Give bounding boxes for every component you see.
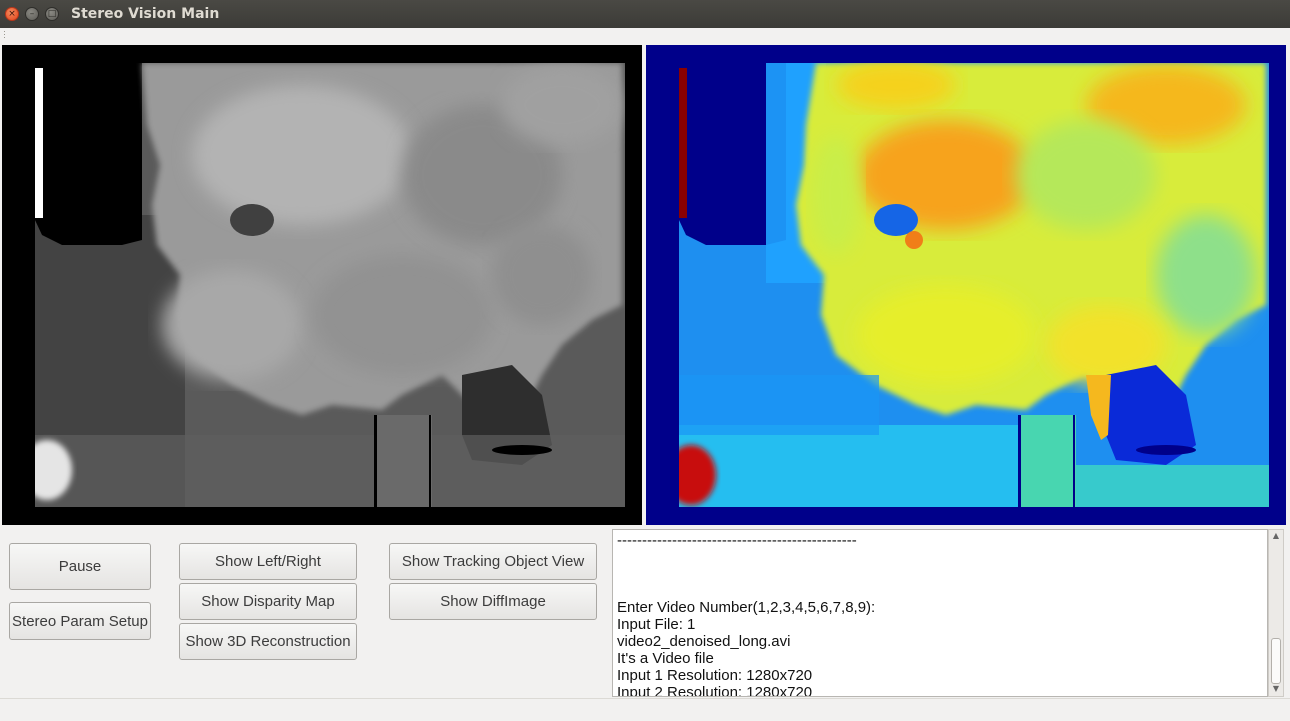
console-line: Enter Video Number(1,2,3,4,5,6,7,8,9):: [617, 599, 876, 616]
console-line: ----------------------------------------…: [617, 532, 857, 549]
stereo-param-setup-button[interactable]: Stereo Param Setup: [9, 602, 151, 640]
grayscale-disparity-image: [2, 45, 642, 525]
window-title: Stereo Vision Main: [71, 6, 220, 22]
colormap-disparity-image: [646, 45, 1286, 525]
title-bar: × – □ Stereo Vision Main: [0, 0, 1290, 28]
show-left-right-button[interactable]: Show Left/Right: [179, 543, 357, 580]
console-line: Input 1 Resolution: 1280x720: [617, 667, 813, 684]
scroll-down-icon[interactable]: ▼: [1271, 684, 1281, 693]
show-tracking-object-view-button[interactable]: Show Tracking Object View: [389, 543, 597, 580]
minimize-icon[interactable]: –: [25, 7, 39, 21]
console-scrollbar[interactable]: ▲ ▼: [1268, 529, 1284, 697]
console-line: It's a Video file: [617, 650, 714, 667]
close-icon[interactable]: ×: [5, 7, 19, 21]
show-disparity-map-button[interactable]: Show Disparity Map: [179, 583, 357, 620]
scroll-up-icon[interactable]: ▲: [1271, 531, 1281, 540]
left-disparity-view: [2, 45, 642, 525]
console-line: Input 2 Resolution: 1280x720: [617, 684, 813, 697]
right-colormap-view: [646, 45, 1286, 525]
scrollbar-thumb[interactable]: [1271, 638, 1281, 684]
pause-button[interactable]: Pause: [9, 543, 151, 590]
console-line: video2_denoised_long.avi: [617, 633, 791, 650]
maximize-icon[interactable]: □: [45, 7, 59, 21]
toolbar-grip-icon: [4, 31, 5, 38]
show-3d-reconstruction-button[interactable]: Show 3D Reconstruction: [179, 623, 357, 660]
status-bar: [0, 698, 1290, 721]
console-output[interactable]: ----------------------------------------…: [612, 529, 1268, 697]
console-line: Input File: 1: [617, 616, 696, 633]
show-diffimage-button[interactable]: Show DiffImage: [389, 583, 597, 620]
